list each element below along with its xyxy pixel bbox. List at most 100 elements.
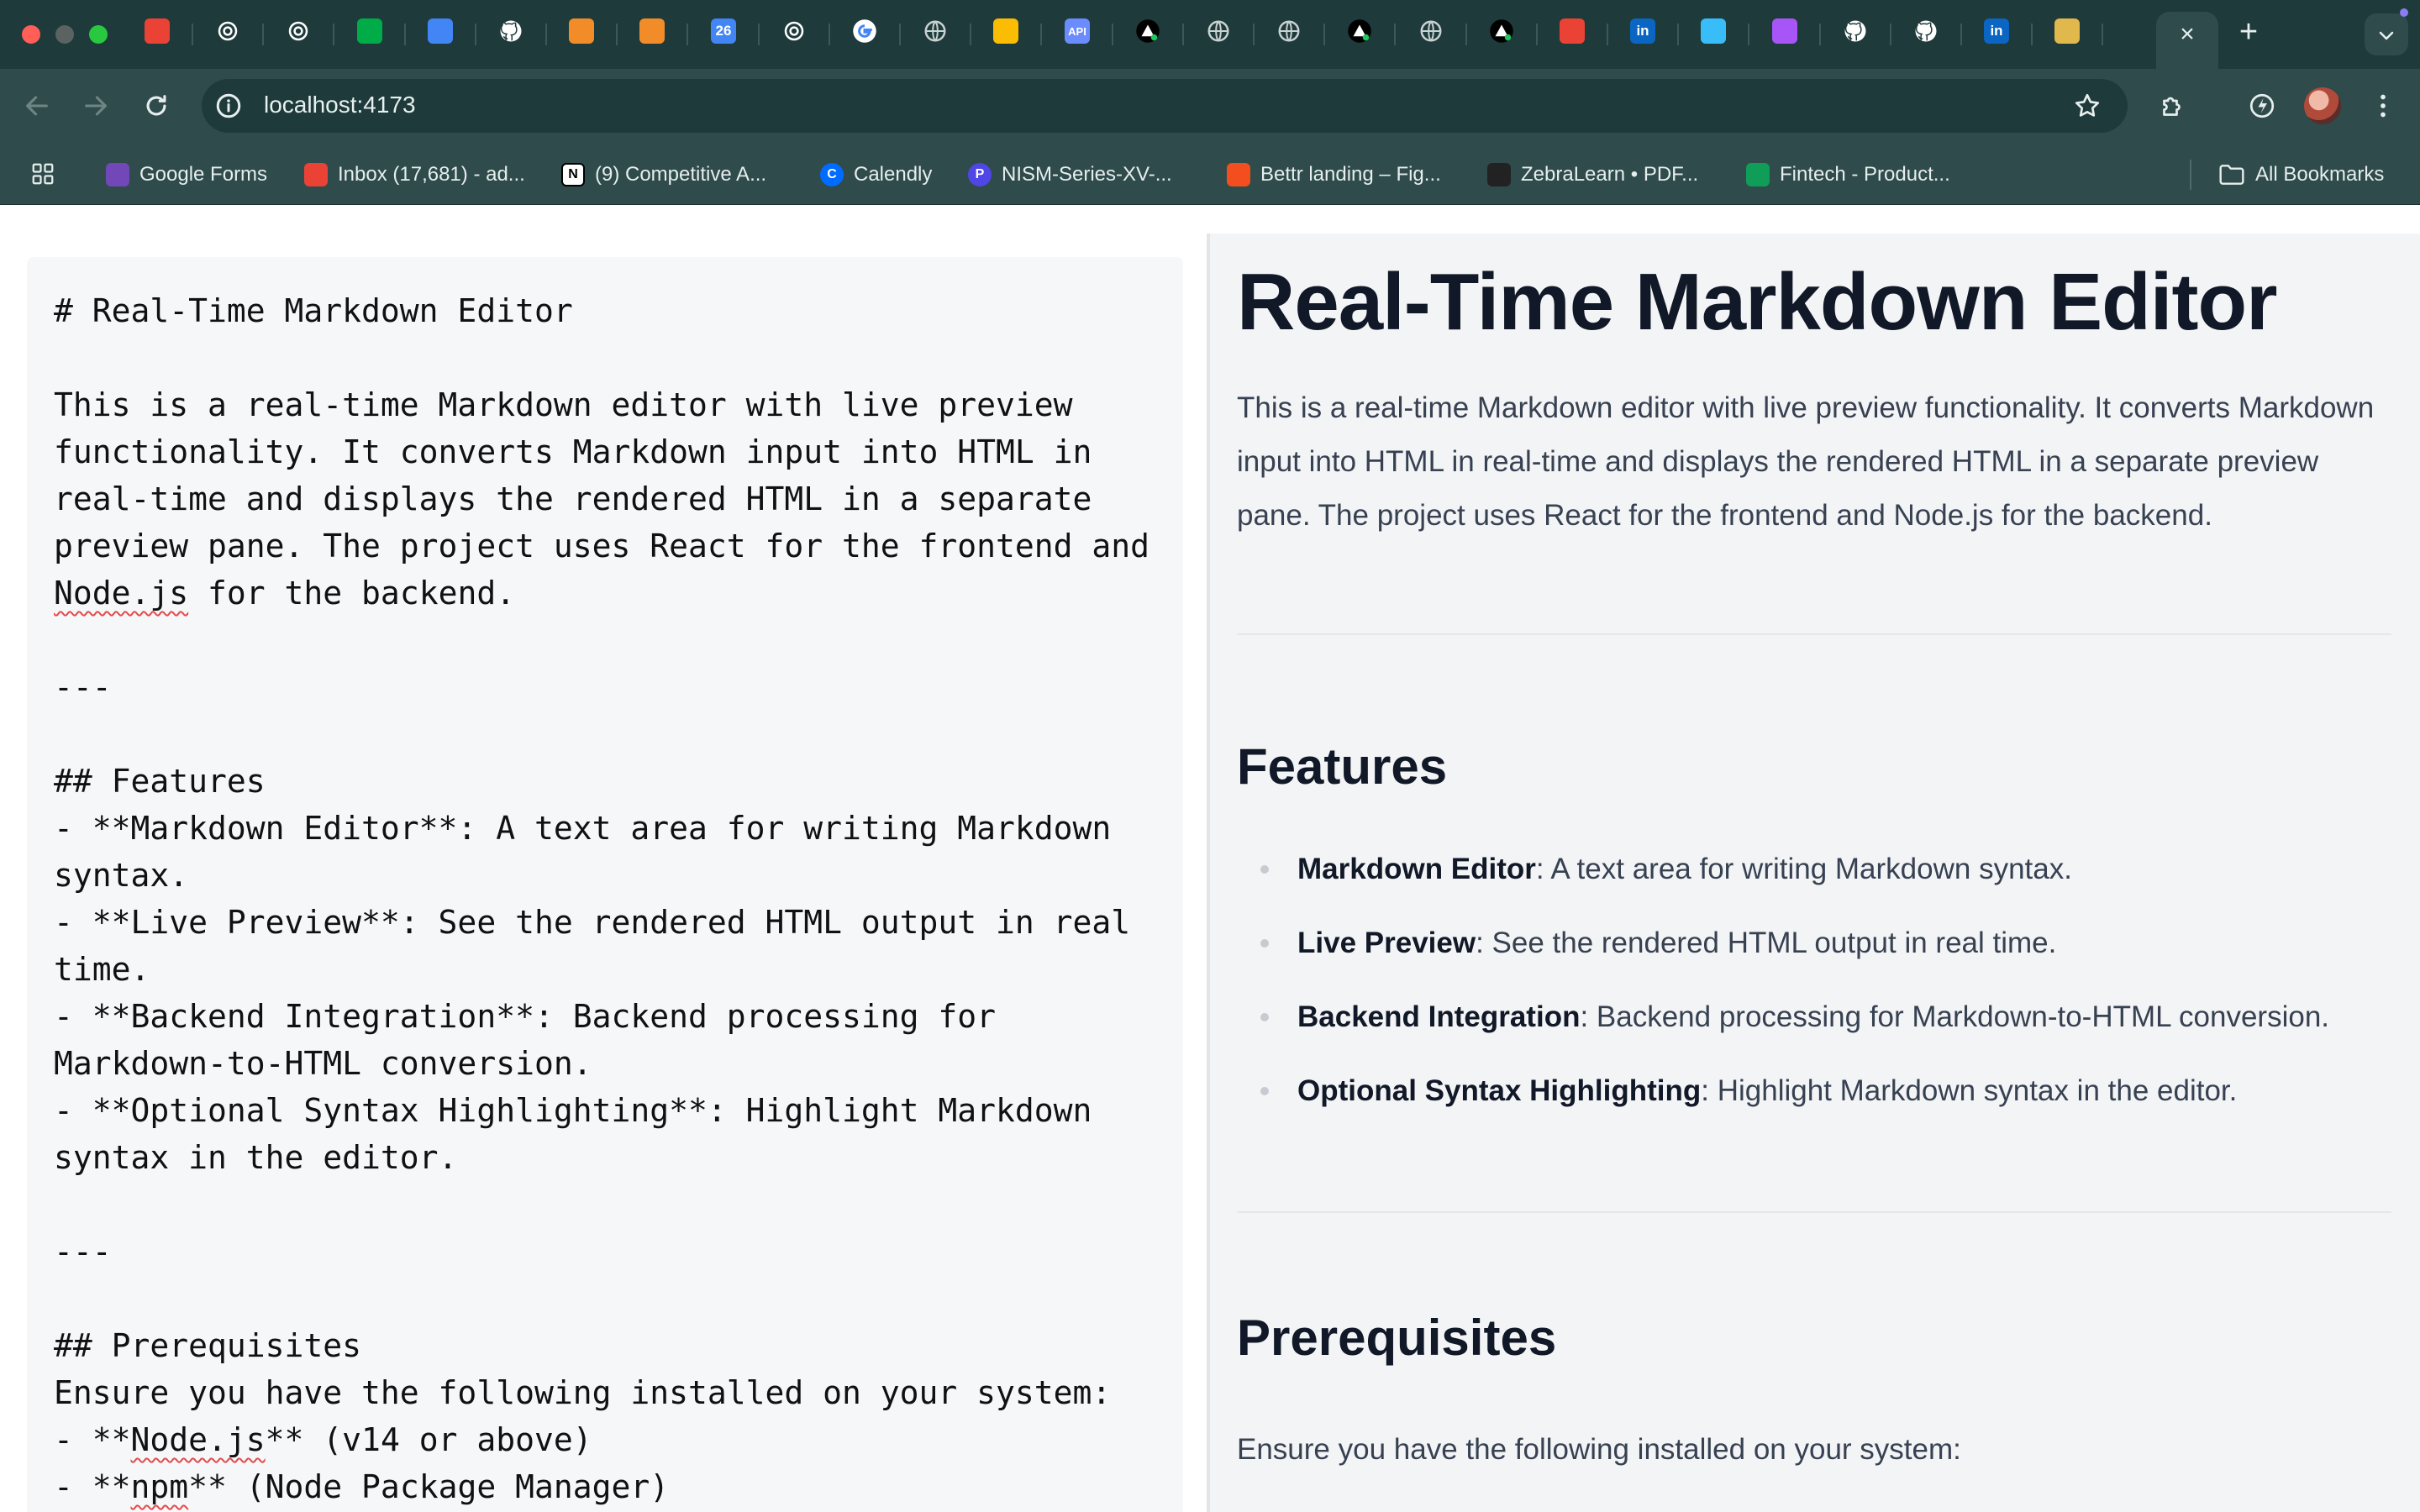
notion-icon: N bbox=[561, 163, 585, 186]
browser-toolbar: localhost:4173 bbox=[0, 69, 2420, 143]
bookmark-orange-icon bbox=[569, 18, 594, 44]
github-icon bbox=[1843, 18, 1868, 44]
browser-tab[interactable] bbox=[1487, 17, 1516, 45]
browser-tab[interactable] bbox=[426, 17, 455, 45]
browser-tab[interactable] bbox=[567, 17, 596, 45]
browser-tab[interactable] bbox=[355, 17, 384, 45]
profile-avatar[interactable] bbox=[2304, 87, 2341, 124]
google-calendar-icon: 26 bbox=[711, 18, 736, 44]
browser-tab[interactable] bbox=[1841, 17, 1870, 45]
browser-tab[interactable] bbox=[1275, 17, 1303, 45]
apps-grid-icon[interactable] bbox=[30, 161, 55, 186]
maximize-window-button[interactable] bbox=[89, 25, 108, 44]
forward-button[interactable] bbox=[77, 87, 114, 124]
browser-tab[interactable] bbox=[2053, 17, 2081, 45]
bookmark-item[interactable]: Fintech - Product... bbox=[1746, 158, 1950, 192]
tab-separator bbox=[899, 24, 901, 45]
bookmarks-divider bbox=[2190, 160, 2191, 190]
google-docs-icon bbox=[428, 18, 453, 44]
browser-tab[interactable]: API bbox=[1063, 17, 1092, 45]
tab-separator bbox=[1819, 24, 1821, 45]
browser-tab[interactable] bbox=[638, 17, 666, 45]
google-meet-icon bbox=[357, 18, 382, 44]
browser-tab[interactable] bbox=[1204, 17, 1233, 45]
new-tab-button[interactable]: + bbox=[2232, 16, 2265, 50]
browser-tab[interactable]: in bbox=[1628, 17, 1657, 45]
editor-rule: --- bbox=[54, 669, 112, 706]
close-window-button[interactable] bbox=[22, 25, 40, 44]
browser-tab[interactable] bbox=[992, 17, 1020, 45]
browser-tab[interactable] bbox=[143, 17, 171, 45]
browser-tab[interactable] bbox=[850, 17, 879, 45]
tab-separator bbox=[616, 24, 618, 45]
browser-tab[interactable] bbox=[213, 17, 242, 45]
back-button[interactable] bbox=[18, 87, 55, 124]
url-text[interactable]: localhost:4173 bbox=[264, 92, 416, 118]
feature-desc: : A text area for writing Markdown synta… bbox=[1535, 853, 2072, 885]
markdown-editor-textarea[interactable]: # Real-Time Markdown Editor This is a re… bbox=[27, 257, 1183, 1512]
browser-tab[interactable] bbox=[1134, 17, 1162, 45]
preview-divider bbox=[1237, 1211, 2391, 1213]
browser-tab[interactable]: in bbox=[1982, 17, 2011, 45]
bookmark-item[interactable]: N (9) Competitive A... bbox=[561, 158, 766, 192]
figma-icon bbox=[1227, 163, 1250, 186]
tab-separator bbox=[1607, 24, 1608, 45]
github-icon bbox=[2126, 18, 2151, 44]
browser-tab[interactable] bbox=[2124, 17, 2153, 45]
close-tab-icon[interactable]: × bbox=[2176, 22, 2198, 47]
browser-tab[interactable] bbox=[1558, 17, 1586, 45]
feature-item: Live Preview: See the rendered HTML outp… bbox=[1237, 924, 2391, 963]
bookmark-item[interactable]: C Calendly bbox=[820, 158, 932, 192]
github-icon bbox=[498, 18, 523, 44]
browser-tab[interactable] bbox=[1345, 17, 1374, 45]
performance-button[interactable] bbox=[2244, 87, 2281, 124]
tab-separator bbox=[1182, 24, 1184, 45]
browser-tab[interactable]: 26 bbox=[709, 17, 738, 45]
bookmark-item[interactable]: Google Forms bbox=[106, 158, 267, 192]
tab-search-button[interactable] bbox=[2365, 13, 2408, 55]
bookmarks-bar: Google Forms Inbox (17,681) - ad... N (9) C… bbox=[0, 143, 2420, 205]
editor-feature-line: - **Markdown Editor**: A text area for w… bbox=[54, 810, 1131, 894]
browser-tab[interactable] bbox=[497, 17, 525, 45]
more-vertical-icon bbox=[2381, 94, 2386, 118]
bookmark-item[interactable]: Bettr landing – Fig... bbox=[1227, 158, 1441, 192]
browser-tab[interactable] bbox=[1417, 17, 1445, 45]
address-bar[interactable]: localhost:4173 bbox=[202, 79, 2128, 133]
feature-desc: : Backend processing for Markdown-to-HTM… bbox=[1580, 1000, 2330, 1033]
openai-icon bbox=[215, 18, 240, 44]
editor-prereq-line: - **npm** (Node Package Manager) bbox=[54, 1468, 670, 1505]
notification-dot bbox=[2400, 8, 2408, 17]
site-info-icon[interactable] bbox=[213, 91, 244, 121]
browser-tab[interactable] bbox=[780, 17, 808, 45]
zebralearn-icon bbox=[1487, 163, 1511, 186]
editor-feature-line: - **Live Preview**: See the rendered HTM… bbox=[54, 904, 1150, 988]
tab-separator bbox=[1465, 24, 1467, 45]
bookmark-item[interactable]: Inbox (17,681) - ad... bbox=[304, 158, 525, 192]
bookmark-star-icon[interactable] bbox=[2072, 91, 2102, 121]
bookmark-item[interactable]: ZebraLearn • PDF... bbox=[1487, 158, 1698, 192]
feature-desc: : Highlight Markdown syntax in the edito… bbox=[1701, 1074, 2238, 1107]
bookmark-label: Inbox (17,681) - ad... bbox=[338, 163, 525, 186]
browser-tab[interactable] bbox=[1699, 17, 1728, 45]
tab-separator bbox=[2031, 24, 2033, 45]
preview-title: Real-Time Markdown Editor bbox=[1237, 257, 2277, 347]
browser-menu-button[interactable] bbox=[2365, 87, 2402, 124]
arrow-right-icon bbox=[85, 96, 107, 116]
browser-tab[interactable] bbox=[921, 17, 950, 45]
all-bookmarks-button[interactable]: All Bookmarks bbox=[2218, 158, 2384, 192]
reload-button[interactable] bbox=[138, 87, 175, 124]
browser-tab[interactable] bbox=[1770, 17, 1799, 45]
minimize-window-button[interactable] bbox=[55, 25, 74, 44]
tailwind-icon bbox=[1701, 18, 1726, 44]
google-forms-icon bbox=[106, 163, 129, 186]
bookmark-item[interactable]: P NISM-Series-XV-... bbox=[968, 158, 1172, 192]
tab-separator bbox=[545, 24, 547, 45]
linkedin-icon: in bbox=[1984, 18, 2009, 44]
extensions-button[interactable] bbox=[2154, 87, 2191, 124]
active-tab[interactable]: × bbox=[2156, 12, 2218, 69]
gmail-icon bbox=[304, 163, 328, 186]
feature-item: Optional Syntax Highlighting: Highlight … bbox=[1237, 1072, 2391, 1110]
gmail-icon bbox=[1560, 18, 1585, 44]
browser-tab[interactable] bbox=[1912, 17, 1940, 45]
browser-tab[interactable] bbox=[284, 17, 313, 45]
